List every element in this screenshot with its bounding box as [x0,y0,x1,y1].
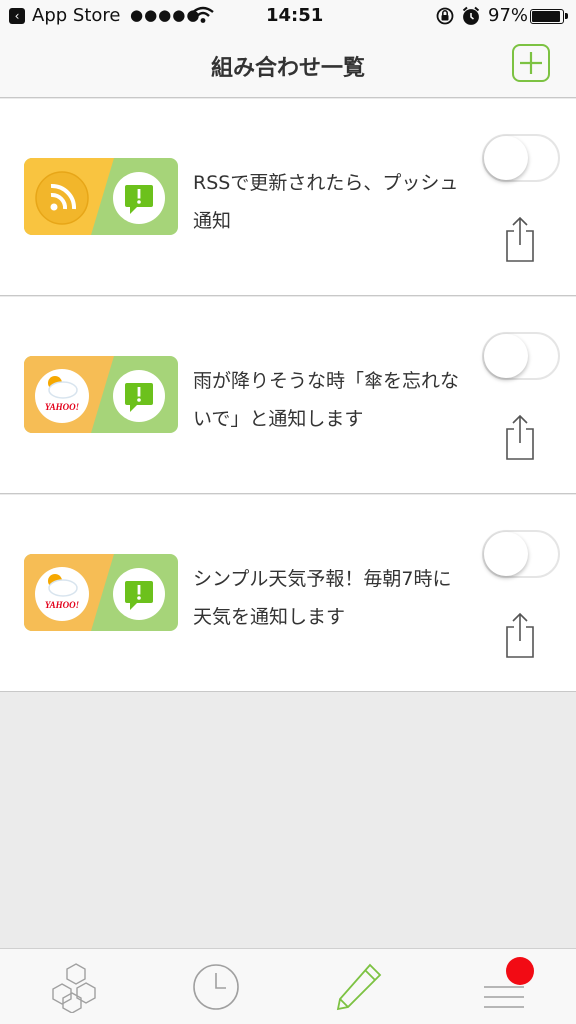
status-bar: ‹ App Store ●●●●● 14:51 97% [0,0,576,32]
signal-icon: ●●●●● [130,6,201,24]
combination-text: 雨が降りそうな時「傘を忘れないで」と通知します [193,370,460,430]
combination-icon [24,158,178,235]
combination-row[interactable]: YAHOO! 雨が降りそうな時「傘を忘れないで」と通知します [0,297,576,494]
yahoo-logo: YAHOO! [45,600,79,610]
tab-bar [0,948,576,1024]
combination-icon: YAHOO! [24,554,178,631]
yahoo-weather-icon: YAHOO! [35,567,89,621]
back-to-app-label[interactable]: App Store [32,5,120,26]
menu-icon [484,986,524,1008]
tab-hexagons[interactable] [46,961,98,1013]
battery-icon [530,9,568,24]
notification-badge [506,957,534,985]
rotation-lock-icon [436,7,454,25]
plus-icon [520,52,542,74]
share-icon[interactable] [500,412,540,460]
share-icon[interactable] [500,214,540,262]
share-icon[interactable] [500,610,540,658]
status-time: 14:51 [266,5,324,26]
notification-icon [113,568,165,620]
combination-icon: YAHOO! [24,356,178,433]
combination-text: シンプル天気予報！毎朝7時に天気を通知します [193,568,452,628]
enable-toggle[interactable] [482,530,560,578]
tab-history[interactable] [190,961,242,1013]
hexagons-icon [52,963,96,1013]
yahoo-weather-icon: YAHOO! [35,369,89,423]
notification-icon [113,370,165,422]
clock-icon [193,964,239,1010]
combination-row[interactable]: YAHOO! シンプル天気予報！毎朝7時に天気を通知します [0,495,576,692]
enable-toggle[interactable] [482,134,560,182]
rss-icon [35,171,89,225]
battery-percent: 97% [488,5,529,26]
pencil-icon [336,963,382,1011]
add-combination-button[interactable] [512,44,550,82]
combination-row[interactable]: RSSで更新されたら、プッシュ通知 [0,99,576,296]
back-arrow-icon[interactable]: ‹ [9,8,25,24]
notification-icon [113,172,165,224]
combination-text: RSSで更新されたら、プッシュ通知 [193,172,459,232]
wifi-icon [192,6,214,23]
navigation-bar: 組み合わせ一覧 [0,32,576,98]
yahoo-logo: YAHOO! [45,402,79,412]
alarm-icon [462,6,480,25]
tab-edit[interactable] [334,961,386,1013]
page-title: 組み合わせ一覧 [210,56,365,81]
enable-toggle[interactable] [482,332,560,380]
